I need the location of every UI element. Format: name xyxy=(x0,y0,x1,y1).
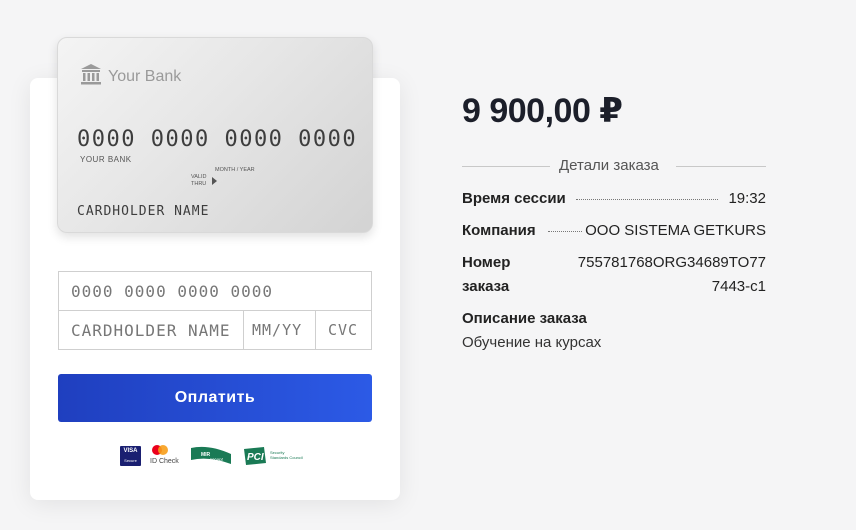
visa-secure-logo: VISA Secure xyxy=(120,446,141,466)
session-time-row: Время сессии 19:32 xyxy=(462,190,766,210)
divider-line-right xyxy=(676,166,766,167)
cardholder-name-input[interactable] xyxy=(59,311,243,349)
svg-text:Accept: Accept xyxy=(208,457,224,462)
divider-line-left xyxy=(462,166,550,167)
card-preview-number: 0000 0000 0000 0000 xyxy=(77,127,358,152)
dotted-leader xyxy=(576,199,718,200)
card-form xyxy=(58,271,372,350)
id-check-label: ID Check xyxy=(150,458,179,465)
card-preview: Your Bank 0000 0000 0000 0000 YOUR BANK … xyxy=(57,37,373,233)
card-month-year: MONTH / YEAR xyxy=(215,167,255,173)
pay-button[interactable]: Оплатить xyxy=(58,374,372,422)
order-number-row: Номер заказа 755781768ORG34689TO77 7443-… xyxy=(462,254,766,302)
mastercard-id-check-logo: ID Check xyxy=(150,444,182,470)
description-value: Обучение на курсах xyxy=(462,334,602,351)
mastercard-orange-circle-icon xyxy=(158,445,168,455)
visa-logo-sub: Secure xyxy=(124,458,137,463)
bank-icon xyxy=(81,64,101,85)
valid-thru-arrow-icon xyxy=(212,177,217,185)
card-bank-name: Your Bank xyxy=(108,68,182,85)
visa-logo-text: VISA xyxy=(123,448,138,454)
dotted-leader xyxy=(548,231,582,232)
session-time-value: 19:32 xyxy=(728,190,766,207)
card-preview-holder: CARDHOLDER NAME xyxy=(77,204,210,219)
order-number-value-line2: 7443-c1 xyxy=(711,278,766,295)
order-details-header: Детали заказа xyxy=(462,156,766,176)
svg-text:PCI: PCI xyxy=(247,452,264,463)
mir-accept-logo: MIR Accept xyxy=(191,446,231,464)
order-number-value-line1: 755781768ORG34689TO77 xyxy=(577,254,766,271)
order-number-label-line2: заказа xyxy=(462,278,510,295)
company-row: Компания ООО SISTEMA GETKURS xyxy=(462,222,766,242)
order-number-label-line1: Номер xyxy=(462,254,511,271)
session-time-label: Время сессии xyxy=(462,190,566,207)
card-bank-small: YOUR BANK xyxy=(80,155,132,164)
order-details-title: Детали заказа xyxy=(559,157,659,174)
description-label: Описание заказа xyxy=(462,310,587,327)
payment-logos: VISA Secure ID Check MIR Accept PCI Secu… xyxy=(120,444,320,470)
card-number-input[interactable] xyxy=(59,272,371,310)
expiry-input[interactable] xyxy=(244,311,315,349)
company-value: ООО SISTEMA GETKURS xyxy=(585,222,766,239)
cvc-input[interactable] xyxy=(316,311,371,349)
company-label: Компания xyxy=(462,222,536,239)
payment-amount: 9 900,00 ₽ xyxy=(462,92,623,130)
card-valid-thru: VALID THRU xyxy=(191,174,207,187)
pci-dss-logo: PCI Security Standards Council xyxy=(244,447,303,465)
svg-text:Standards Council: Standards Council xyxy=(270,455,303,460)
